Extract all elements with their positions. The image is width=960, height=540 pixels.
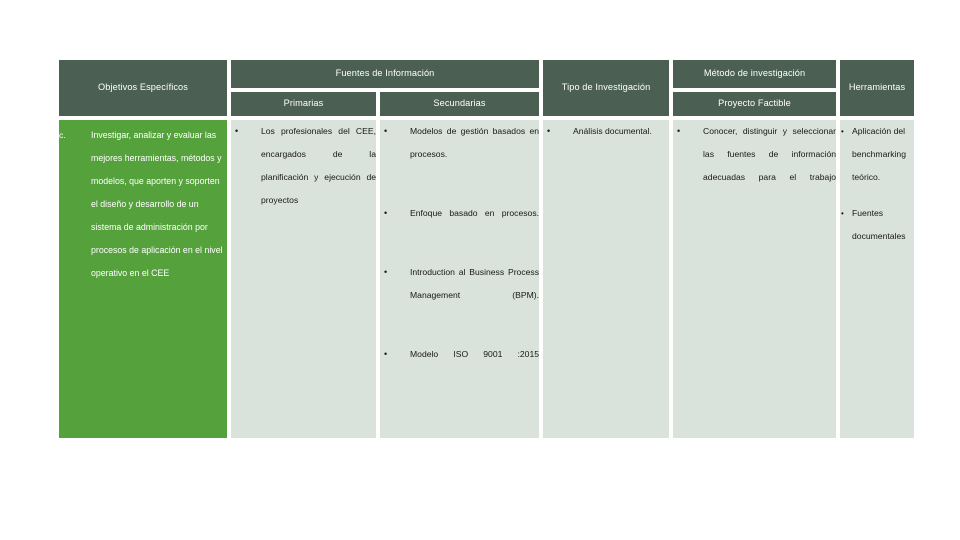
herramientas-bullet-list: • Aplicación del benchmarking teórico. •… <box>840 120 914 248</box>
list-item-text: Introduction al Business Process Managem… <box>410 267 540 300</box>
slide-canvas: Objetivos Específicos Fuentes de Informa… <box>0 0 960 540</box>
list-item-text: Enfoque basado en procesos. <box>410 208 540 218</box>
header-proyecto-factible: Proyecto Factible <box>671 90 839 118</box>
list-item: • Modelo ISO 9001 :2015 <box>380 343 539 389</box>
list-item: • Modelos de gestión basados en procesos… <box>380 120 539 189</box>
list-item-text: Conocer, distinguir y seleccionar las fu… <box>703 126 837 182</box>
secundarias-bullet-list: • Modelos de gestión basados en procesos… <box>380 120 539 389</box>
bullet-icon: • <box>384 267 388 277</box>
header-tipo-de-investigacion: Tipo de Investigación <box>541 58 672 118</box>
primarias-bullet-list: • Los profesionales del CEE, encargados … <box>231 120 376 235</box>
list-item: • Aplicación del benchmarking teórico. <box>840 120 914 189</box>
header-fuentes-de-informacion: Fuentes de Información <box>229 58 542 90</box>
list-item: • Introduction al Business Process Manag… <box>380 261 539 330</box>
table-row: c. Investigar, analizar y evaluar las me… <box>57 118 917 440</box>
bullet-icon: • <box>677 126 681 136</box>
list-item: • Fuentes documentales <box>840 202 914 248</box>
cell-tipo-de-investigacion: • Análisis documental. <box>541 118 672 440</box>
cell-fuentes-secundarias: • Modelos de gestión basados en procesos… <box>378 118 542 440</box>
list-item-text: Los profesionales del CEE, encargados de… <box>261 126 376 205</box>
bullet-icon: • <box>841 127 844 136</box>
header-herramientas: Herramientas <box>838 58 917 118</box>
bullet-icon: • <box>235 126 239 136</box>
bullet-icon: • <box>384 126 388 136</box>
bullet-icon: • <box>841 209 844 218</box>
objetivo-text: Investigar, analizar y evaluar las mejor… <box>91 130 223 278</box>
list-item: • Los profesionales del CEE, encargados … <box>231 120 376 235</box>
list-item: • Enfoque basado en procesos. <box>380 202 539 248</box>
list-item-text: Modelos de gestión basados en procesos. <box>410 126 540 159</box>
bullet-icon: • <box>547 126 551 136</box>
list-item-text: Aplicación del benchmarking teórico. <box>852 126 906 182</box>
cell-herramientas: • Aplicación del benchmarking teórico. •… <box>838 118 917 440</box>
list-item-text: Fuentes documentales <box>852 208 906 241</box>
header-objetivos-especificos: Objetivos Específicos <box>57 58 229 118</box>
bullet-icon: • <box>384 349 388 359</box>
cell-objetivo-especifico: c. Investigar, analizar y evaluar las me… <box>57 118 229 440</box>
cell-proyecto-factible: • Conocer, distinguir y seleccionar las … <box>671 118 839 440</box>
research-matrix-table: Objetivos Específicos Fuentes de Informa… <box>57 58 917 440</box>
objetivo-marker: c. <box>59 130 66 140</box>
cell-fuentes-primarias: • Los profesionales del CEE, encargados … <box>229 118 378 440</box>
header-primarias: Primarias <box>229 90 378 118</box>
list-item-text: Análisis documental. <box>573 126 652 136</box>
list-item-text: Modelo ISO 9001 :2015 <box>410 349 540 359</box>
bullet-icon: • <box>384 208 388 218</box>
header-secundarias: Secundarias <box>378 90 542 118</box>
list-item: • Conocer, distinguir y seleccionar las … <box>673 120 836 212</box>
table-header-row-1: Objetivos Específicos Fuentes de Informa… <box>57 58 917 118</box>
proyecto-factible-bullet-list: • Conocer, distinguir y seleccionar las … <box>673 120 836 212</box>
header-metodo-de-investigacion: Método de investigación <box>671 58 839 90</box>
tipo-bullet-list: • Análisis documental. <box>543 120 669 143</box>
list-item: • Análisis documental. <box>543 120 669 143</box>
